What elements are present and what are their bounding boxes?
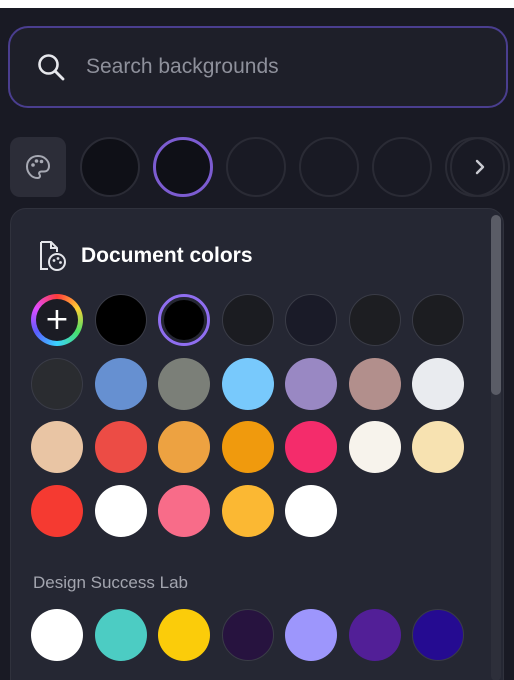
document-colors-title: Document colors bbox=[81, 244, 253, 267]
document-colors-header: Document colors bbox=[35, 239, 253, 273]
color-swatch[interactable] bbox=[94, 421, 147, 473]
color-swatch[interactable] bbox=[285, 421, 337, 473]
palette-icon bbox=[25, 154, 51, 180]
recent-backgrounds-row bbox=[0, 133, 514, 203]
scroll-next-button[interactable] bbox=[450, 137, 510, 197]
brand-color-swatch[interactable] bbox=[221, 609, 274, 661]
add-color-button[interactable]: + bbox=[31, 294, 83, 346]
color-swatch[interactable] bbox=[348, 294, 401, 346]
search-bar[interactable] bbox=[8, 26, 508, 108]
brand-color-swatch[interactable] bbox=[348, 609, 401, 661]
scrollbar-thumb[interactable] bbox=[491, 215, 501, 395]
search-icon bbox=[38, 54, 65, 81]
color-swatch[interactable] bbox=[31, 484, 83, 537]
background-swatch[interactable] bbox=[80, 137, 140, 197]
color-swatch[interactable] bbox=[158, 294, 210, 346]
color-swatch[interactable] bbox=[412, 421, 464, 473]
color-swatch[interactable] bbox=[94, 294, 147, 346]
color-swatch[interactable] bbox=[412, 294, 464, 346]
document-palette-icon bbox=[40, 241, 66, 271]
color-swatch[interactable] bbox=[285, 484, 337, 537]
document-colors-panel: Document colors + Design Success Lab bbox=[10, 208, 504, 680]
color-swatch[interactable] bbox=[285, 294, 337, 346]
background-swatch[interactable] bbox=[226, 137, 286, 197]
color-swatch[interactable] bbox=[221, 294, 274, 346]
color-swatch[interactable] bbox=[158, 357, 210, 410]
color-swatch[interactable] bbox=[158, 421, 210, 473]
search-input[interactable] bbox=[84, 54, 506, 80]
color-swatch[interactable] bbox=[221, 484, 274, 537]
brand-kit-label: Design Success Lab bbox=[33, 573, 188, 592]
color-swatch[interactable] bbox=[348, 357, 401, 410]
color-swatch[interactable] bbox=[94, 357, 147, 410]
color-swatch[interactable] bbox=[31, 357, 83, 410]
background-swatch[interactable] bbox=[299, 137, 359, 197]
color-swatch[interactable] bbox=[158, 484, 210, 537]
color-swatch[interactable] bbox=[285, 357, 337, 410]
plus-icon: + bbox=[44, 302, 70, 337]
color-swatch[interactable] bbox=[221, 421, 274, 473]
brand-color-swatch[interactable] bbox=[31, 609, 83, 661]
chevron-right-icon bbox=[475, 159, 485, 175]
background-swatch[interactable] bbox=[372, 137, 432, 197]
brand-color-swatch[interactable] bbox=[94, 609, 147, 661]
panel-scrollbar[interactable] bbox=[491, 215, 501, 680]
brand-color-swatch[interactable] bbox=[285, 609, 337, 661]
color-palette-button[interactable] bbox=[10, 137, 66, 197]
color-swatch[interactable] bbox=[94, 484, 147, 537]
color-swatch[interactable] bbox=[221, 357, 274, 410]
brand-color-swatch[interactable] bbox=[158, 609, 210, 661]
color-swatch[interactable] bbox=[348, 421, 401, 473]
color-swatch[interactable] bbox=[31, 421, 83, 473]
background-picker-panel: Document colors + Design Success Lab bbox=[0, 8, 514, 680]
brand-color-swatch[interactable] bbox=[412, 609, 464, 661]
background-swatch[interactable] bbox=[153, 137, 213, 197]
color-swatch[interactable] bbox=[412, 357, 464, 410]
